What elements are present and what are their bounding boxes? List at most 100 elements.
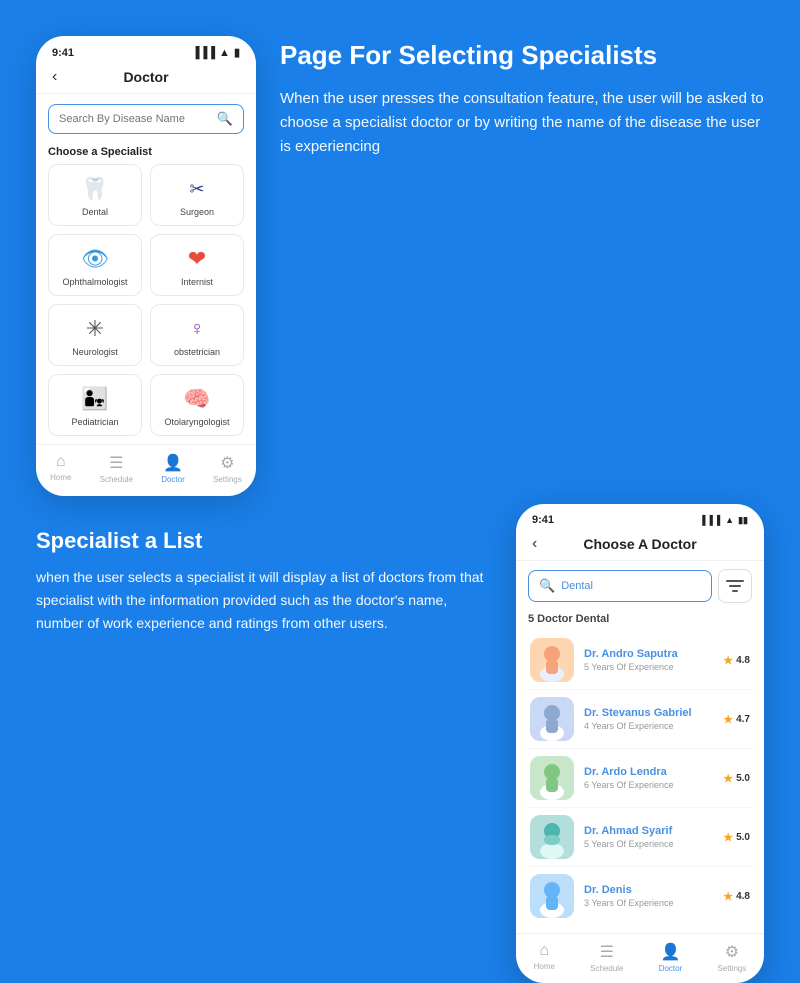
time-1: 9:41 [52,47,74,59]
doctor-rating-3: ★ 5.0 [723,772,750,785]
doctor-avatar-svg-1 [530,638,574,682]
ophthalmologist-label: Ophthalmologist [62,277,127,287]
nav-home-1[interactable]: ⌂ Home [50,453,71,484]
rating-value-5: 4.8 [736,891,750,902]
battery-icon: ▮ [234,46,240,59]
doctor-icon-2: 👤 [661,942,681,962]
back-arrow-2[interactable]: ‹ [532,535,537,553]
doctor-avatar-svg-5 [530,874,574,918]
doctor-name-1: Dr. Andro Saputra [584,648,713,660]
battery-icon-2: ▮▮ [738,515,748,526]
nav-settings-1[interactable]: ⚙ Settings [213,453,242,484]
doctor-rating-2: ★ 4.7 [723,713,750,726]
surgeon-icon: ✂ [189,175,204,203]
doctor-avatar-svg-4 [530,815,574,859]
doctor-avatar-3 [530,756,574,800]
doctor-avatar-svg-3 [530,756,574,800]
search-value: Dental [561,580,593,592]
doctor-avatar-2 [530,697,574,741]
phone-header-2: ‹ Choose A Doctor [516,530,764,561]
nav-doctor-1[interactable]: 👤 Doctor [161,453,185,484]
doctor-card-4[interactable]: Dr. Ahmad Syarif 5 Years Of Experience ★… [526,808,754,867]
doctor-name-2: Dr. Stevanus Gabriel [584,707,713,719]
signal-icon-2: ▐▐▐ [699,515,721,525]
specialist-dental[interactable]: 🦷 Dental [48,164,142,226]
home-label-1: Home [50,473,71,482]
main-title: Page For Selecting Specialists [280,40,764,71]
rating-value-3: 5.0 [736,773,750,784]
ob-icon: ♀ [190,315,205,343]
doctor-rating-1: ★ 4.8 [723,654,750,667]
phone-title-2: Choose A Doctor [583,536,696,552]
rating-value-4: 5.0 [736,832,750,843]
wifi-icon-2: ▲ [725,515,734,525]
nav-home-2[interactable]: ⌂ Home [534,942,555,973]
bottom-text-content: Specialist a List when the user selects … [36,520,492,635]
doctor-card-3[interactable]: Dr. Ardo Lendra 6 Years Of Experience ★ … [526,749,754,808]
filter-button[interactable] [718,569,752,603]
ent-label: Otolaryngologist [164,417,229,427]
secondary-desc: when the user selects a specialist it wi… [36,566,492,635]
doctor-count: 5 Doctor Dental [516,611,764,631]
nav-settings-2[interactable]: ⚙ Settings [717,942,746,973]
specialist-internist[interactable]: ❤ Internist [150,234,244,296]
specialist-neurologist[interactable]: ✳ Neurologist [48,304,142,366]
schedule-label-2: Schedule [590,964,623,973]
doctor-rating-5: ★ 4.8 [723,890,750,903]
eye-icon: 👁 [81,245,109,273]
settings-icon-2: ⚙ [725,942,739,962]
internist-label: Internist [181,277,213,287]
specialist-ent[interactable]: 🧠 Otolaryngologist [150,374,244,436]
doctor-avatar-5 [530,874,574,918]
phone-header-1: ‹ Doctor [36,63,256,94]
star-icon-2: ★ [723,713,733,726]
star-icon-4: ★ [723,831,733,844]
status-bar-1: 9:41 ▐▐▐ ▲ ▮ [36,36,256,63]
search-input-1[interactable] [59,113,211,125]
search-icon-2: 🔍 [539,578,555,594]
nav-doctor-2[interactable]: 👤 Doctor [659,942,683,973]
doctor-name-3: Dr. Ardo Lendra [584,766,713,778]
doctor-avatar-svg-2 [530,697,574,741]
specialist-obstetrician[interactable]: ♀ obstetrician [150,304,244,366]
specialist-surgeon[interactable]: ✂ Surgeon [150,164,244,226]
doctor-exp-1: 5 Years Of Experience [584,662,713,672]
nav-schedule-1[interactable]: ☰ Schedule [100,453,133,484]
doctor-card-5[interactable]: Dr. Denis 3 Years Of Experience ★ 4.8 [526,867,754,925]
settings-label-1: Settings [213,475,242,484]
doctor-exp-3: 6 Years Of Experience [584,780,713,790]
doctor-name-5: Dr. Denis [584,884,713,896]
doctor-info-2: Dr. Stevanus Gabriel 4 Years Of Experien… [584,707,713,731]
surgeon-label: Surgeon [180,207,214,217]
child-icon: 👨‍👧 [81,385,108,413]
settings-label-2: Settings [717,964,746,973]
doctor-card-2[interactable]: Dr. Stevanus Gabriel 4 Years Of Experien… [526,690,754,749]
secondary-title: Specialist a List [36,528,492,554]
doctor-exp-2: 4 Years Of Experience [584,721,713,731]
back-arrow-1[interactable]: ‹ [52,68,57,86]
phone-title-1: Doctor [123,69,168,85]
settings-icon-1: ⚙ [220,453,234,473]
filter-icon [726,579,744,593]
search-input-2[interactable]: 🔍 Dental [528,570,712,602]
phone-mockup-2: 9:41 ▐▐▐ ▲ ▮▮ ‹ Choose A Doctor 🔍 Dental [516,504,764,983]
specialist-ophthalmologist[interactable]: 👁 Ophthalmologist [48,234,142,296]
nav-schedule-2[interactable]: ☰ Schedule [590,942,623,973]
neuro-icon: ✳ [86,315,104,343]
doctor-card-1[interactable]: Dr. Andro Saputra 5 Years Of Experience … [526,631,754,690]
doctor-info-5: Dr. Denis 3 Years Of Experience [584,884,713,908]
doctor-info-4: Dr. Ahmad Syarif 5 Years Of Experience [584,825,713,849]
status-icons-2: ▐▐▐ ▲ ▮▮ [699,515,748,526]
specialist-pediatrician[interactable]: 👨‍👧 Pediatrician [48,374,142,436]
doctor-list: Dr. Andro Saputra 5 Years Of Experience … [516,631,764,925]
dental-icon: 🦷 [81,175,108,203]
search-bar-1[interactable]: 🔍 [48,104,244,134]
pediatrician-label: Pediatrician [71,417,118,427]
bottom-nav-1: ⌂ Home ☰ Schedule 👤 Doctor ⚙ Settings [36,444,256,484]
doctor-icon-1: 👤 [163,453,183,473]
main-desc: When the user presses the consultation f… [280,87,764,159]
bottom-nav-2: ⌂ Home ☰ Schedule 👤 Doctor ⚙ Settings [516,933,764,973]
schedule-icon-1: ☰ [109,453,123,473]
search-bar-2-container: 🔍 Dental [528,569,752,603]
heart-icon: ❤ [188,245,206,273]
